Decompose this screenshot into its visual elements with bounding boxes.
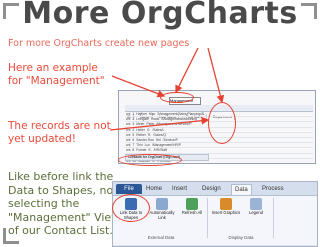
tab-insert[interactable]: Insert [169, 184, 190, 194]
auto-link-icon [156, 198, 168, 210]
tab-design[interactable]: Design [199, 184, 224, 194]
tab-home[interactable]: Home [143, 184, 165, 194]
button-label: Automatically Link [149, 210, 175, 220]
automatically-link-button[interactable]: Automatically Link [147, 198, 177, 220]
button-label: Insert Graphics [211, 210, 241, 215]
legend-icon [250, 198, 262, 210]
arrow-from-records-note [109, 116, 210, 131]
group-display-data: Insert Graphics Legend Display Data [209, 198, 274, 240]
graphics-icon [220, 198, 232, 210]
refresh-all-button[interactable]: Refresh All [179, 198, 205, 216]
highlight-circle-link-data-button [112, 194, 150, 222]
tab-data[interactable]: Data [231, 184, 252, 195]
button-label: Legend [249, 210, 263, 215]
tab-process[interactable]: Process [259, 184, 287, 194]
insert-graphics-button[interactable]: Insert Graphics [211, 198, 241, 216]
group-label: External Data [147, 235, 175, 240]
button-label: Refresh All [181, 210, 203, 215]
arrow-to-page-tab [175, 47, 199, 94]
arrow-from-example [111, 75, 166, 98]
tab-file[interactable]: File [116, 184, 142, 194]
group-label: Display Data [228, 235, 254, 240]
refresh-icon [186, 198, 198, 210]
legend-button[interactable]: Legend [243, 198, 269, 216]
ribbon-tabs: File Home Insert Design Data Process [113, 182, 317, 195]
arrow-to-records [207, 47, 225, 104]
